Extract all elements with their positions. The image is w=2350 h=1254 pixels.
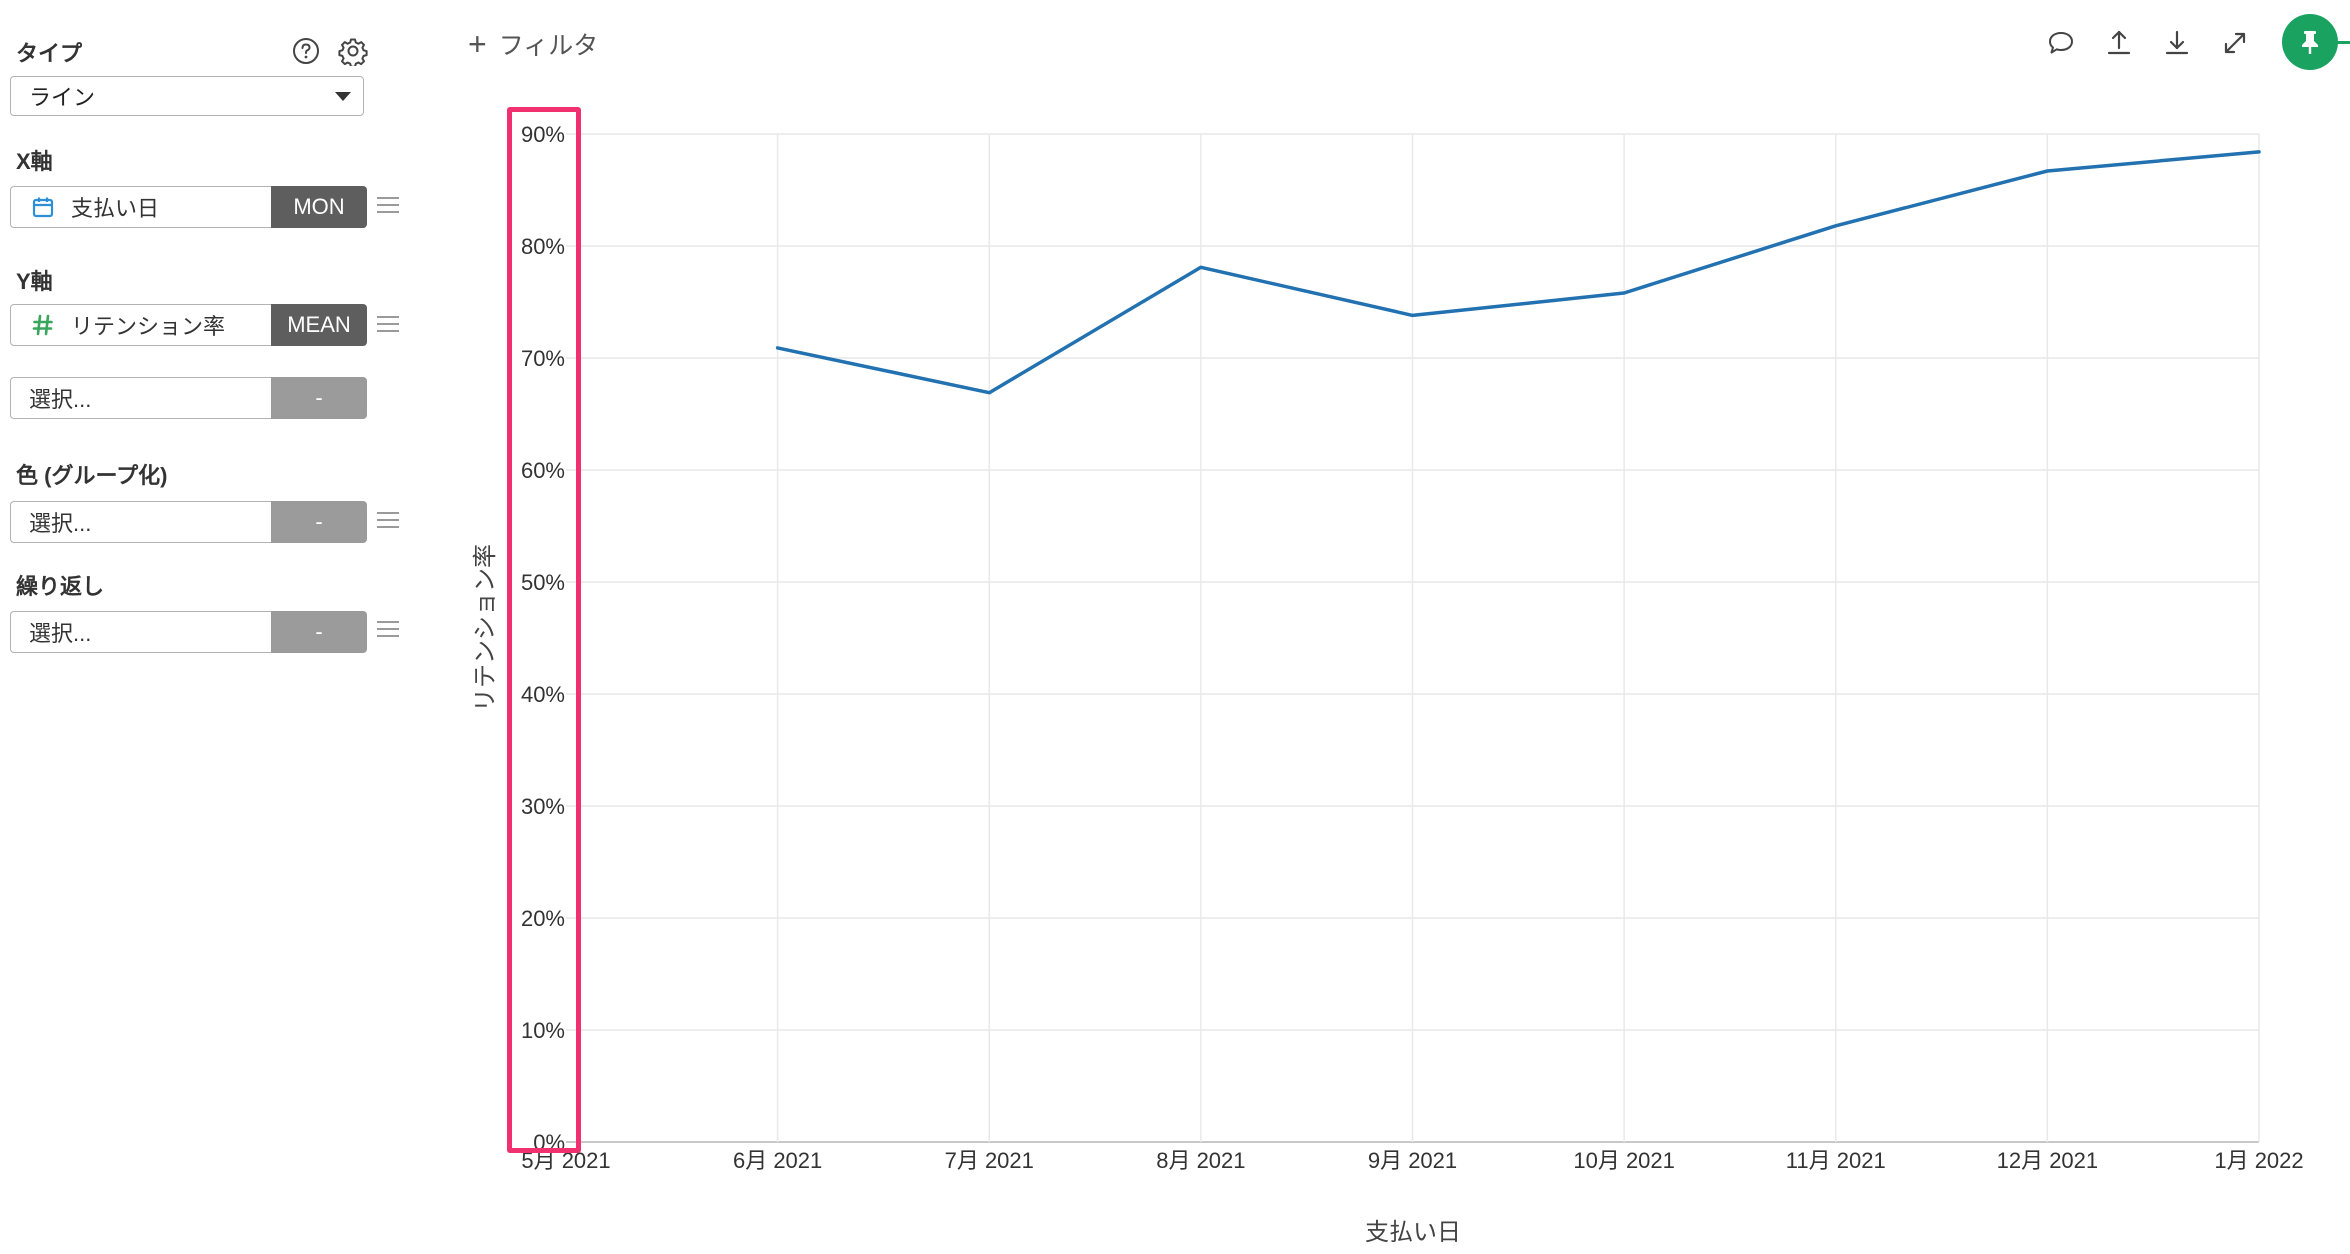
y-axis-title: リテンション率 — [472, 544, 499, 712]
x-tick-label: 10月 2021 — [1573, 1148, 1675, 1173]
y-tick-label: 20% — [521, 906, 565, 931]
x-tick-label: 11月 2021 — [1786, 1148, 1886, 1173]
x-axis-ticks: 5月 2021 6月 2021 7月 2021 8月 2021 9月 2021 10月 2… — [521, 1148, 2303, 1173]
chart-series — [775, 150, 2261, 395]
retention-line-chart: 0%10%20%30%40%50%60%70%80%90% 5月 2021 6月 … — [472, 122, 2304, 1246]
x-tick-label: 1月 2022 — [2214, 1148, 2303, 1173]
series-line[interactable] — [775, 150, 2261, 395]
y-tick-label: 90% — [521, 122, 565, 147]
y-tick-label: 80% — [521, 234, 565, 259]
x-axis-title: 支払い日 — [1365, 1219, 1461, 1246]
x-tick-label: 8月 2021 — [1156, 1148, 1245, 1173]
x-tick-label: 5月 2021 — [521, 1148, 610, 1173]
x-tick-label: 6月 2021 — [733, 1148, 822, 1173]
y-tick-label: 60% — [521, 458, 565, 483]
y-tick-label: 40% — [521, 682, 565, 707]
x-tick-label: 12月 2021 — [1997, 1148, 2099, 1173]
y-tick-label: 10% — [521, 1018, 565, 1043]
x-tick-label: 9月 2021 — [1368, 1148, 1457, 1173]
y-axis-ticks: 0%10%20%30%40%50%60%70%80%90% — [521, 122, 565, 1155]
y-tick-label: 50% — [521, 570, 565, 595]
chart-grid — [566, 133, 2260, 1143]
y-tick-label: 70% — [521, 346, 565, 371]
x-tick-label: 7月 2021 — [945, 1148, 1034, 1173]
y-tick-label: 30% — [521, 794, 565, 819]
